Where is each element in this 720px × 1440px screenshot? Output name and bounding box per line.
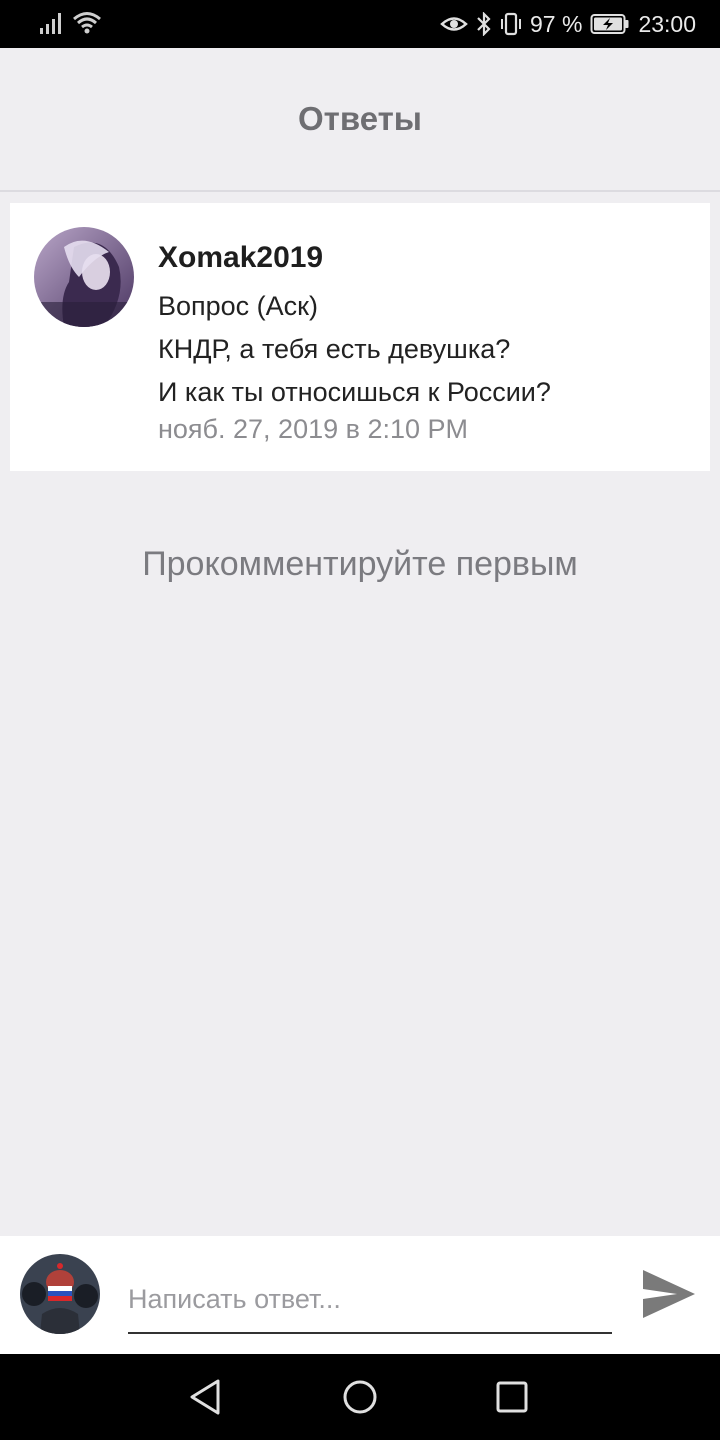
system-nav-bar	[0, 1354, 720, 1440]
send-button[interactable]	[636, 1262, 702, 1328]
battery-charging-icon	[590, 13, 630, 35]
bluetooth-icon	[476, 12, 492, 36]
question-card: Xomak2019 Вопрос (Аск) КНДР, а тебя есть…	[10, 203, 710, 471]
user-avatar	[20, 1254, 100, 1334]
home-icon	[343, 1380, 377, 1414]
page-title: Ответы	[298, 100, 422, 137]
recents-button[interactable]	[487, 1372, 537, 1422]
app-header: Ответы	[0, 48, 720, 192]
question-content: Xomak2019 Вопрос (Аск) КНДР, а тебя есть…	[158, 239, 551, 446]
reply-composer	[0, 1236, 720, 1354]
reply-input[interactable]	[128, 1266, 612, 1334]
wifi-icon	[72, 10, 102, 36]
status-bar: 97 % 23:00	[0, 0, 720, 48]
home-button[interactable]	[335, 1372, 385, 1422]
vibrate-icon	[500, 12, 522, 36]
clock: 23:00	[638, 10, 696, 37]
eye-comfort-icon	[440, 13, 468, 35]
back-icon	[190, 1379, 220, 1415]
signal-icon	[40, 10, 64, 36]
recents-icon	[496, 1381, 528, 1413]
author-name[interactable]: Xomak2019	[158, 239, 551, 277]
empty-comments-text: Прокомментируйте первым	[142, 545, 578, 583]
send-icon	[643, 1269, 695, 1318]
question-text-line: КНДР, а тебя есть девушка?	[158, 334, 511, 364]
question-text-line: И как ты относишься к России?	[158, 377, 551, 407]
author-avatar[interactable]	[34, 227, 134, 327]
battery-percent: 97 %	[530, 10, 583, 37]
back-button[interactable]	[180, 1372, 230, 1422]
question-date: нояб. 27, 2019 в 2:10 PM	[158, 414, 469, 444]
question-type: Вопрос (Аск)	[158, 291, 318, 321]
